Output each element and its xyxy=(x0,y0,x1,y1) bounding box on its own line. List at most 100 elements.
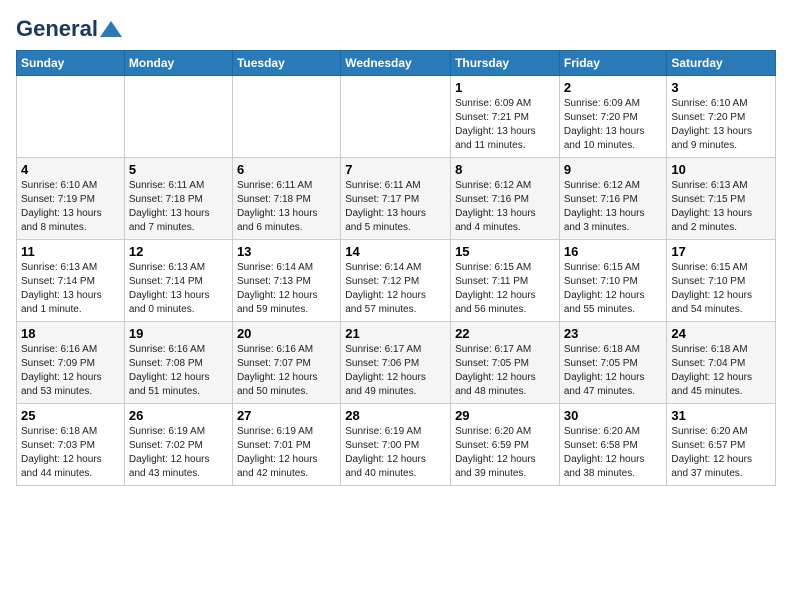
day-number: 9 xyxy=(564,162,663,177)
day-cell: 28 Sunrise: 6:19 AM Sunset: 7:00 PM Dayli… xyxy=(341,404,451,486)
col-header-friday: Friday xyxy=(559,51,667,76)
col-header-monday: Monday xyxy=(124,51,232,76)
day-number: 20 xyxy=(237,326,336,341)
day-number: 11 xyxy=(21,244,120,259)
day-number: 7 xyxy=(345,162,446,177)
day-number: 16 xyxy=(564,244,663,259)
week-row-5: 25 Sunrise: 6:18 AM Sunset: 7:03 PM Dayli… xyxy=(17,404,776,486)
day-cell xyxy=(232,76,340,158)
day-number: 1 xyxy=(455,80,555,95)
day-info: Sunrise: 6:16 AM Sunset: 7:08 PM Dayligh… xyxy=(129,343,228,399)
day-info: Sunrise: 6:11 AM Sunset: 7:17 PM Dayligh… xyxy=(345,179,446,235)
day-cell: 24Sunrise: 6:18 AM Sunset: 7:04 PM Dayli… xyxy=(667,322,776,404)
day-info: Sunrise: 6:10 AM Sunset: 7:20 PM Dayligh… xyxy=(671,97,771,153)
day-info: Sunrise: 6:14 AM Sunset: 7:13 PM Dayligh… xyxy=(237,261,336,317)
day-number: 29 xyxy=(455,408,555,423)
day-info: Sunrise: 6:15 AM Sunset: 7:11 PM Dayligh… xyxy=(455,261,555,317)
logo-icon xyxy=(100,21,122,37)
day-number: 17 xyxy=(671,244,771,259)
day-cell: 27Sunrise: 6:19 AM Sunset: 7:01 PM Dayli… xyxy=(232,404,340,486)
day-info: Sunrise: 6:17 AM Sunset: 7:05 PM Dayligh… xyxy=(455,343,555,399)
logo: General xyxy=(16,16,122,38)
day-info: Sunrise: 6:20 AM Sunset: 6:59 PM Dayligh… xyxy=(455,425,555,481)
day-info: Sunrise: 6:12 AM Sunset: 7:16 PM Dayligh… xyxy=(564,179,663,235)
day-number: 8 xyxy=(455,162,555,177)
col-header-wednesday: Wednesday xyxy=(341,51,451,76)
day-info: Sunrise: 6:16 AM Sunset: 7:09 PM Dayligh… xyxy=(21,343,120,399)
day-cell xyxy=(124,76,232,158)
day-info: Sunrise: 6:09 AM Sunset: 7:21 PM Dayligh… xyxy=(455,97,555,153)
day-info: Sunrise: 6:20 AM Sunset: 6:57 PM Dayligh… xyxy=(671,425,771,481)
day-number: 13 xyxy=(237,244,336,259)
week-row-4: 18 Sunrise: 6:16 AM Sunset: 7:09 PM Dayli… xyxy=(17,322,776,404)
col-header-saturday: Saturday xyxy=(667,51,776,76)
day-info: Sunrise: 6:12 AM Sunset: 7:16 PM Dayligh… xyxy=(455,179,555,235)
day-number: 31 xyxy=(671,408,771,423)
day-info: Sunrise: 6:10 AM Sunset: 7:19 PM Dayligh… xyxy=(21,179,120,235)
day-cell: 16Sunrise: 6:15 AM Sunset: 7:10 PM Dayli… xyxy=(559,240,667,322)
day-cell: 9 Sunrise: 6:12 AM Sunset: 7:16 PM Daylig… xyxy=(559,158,667,240)
day-cell: 31 Sunrise: 6:20 AM Sunset: 6:57 PM Dayli… xyxy=(667,404,776,486)
day-cell: 20 Sunrise: 6:16 AM Sunset: 7:07 PM Dayli… xyxy=(232,322,340,404)
day-cell: 26 Sunrise: 6:19 AM Sunset: 7:02 PM Dayli… xyxy=(124,404,232,486)
day-cell: 21 Sunrise: 6:17 AM Sunset: 7:06 PM Dayli… xyxy=(341,322,451,404)
day-cell: 17 Sunrise: 6:15 AM Sunset: 7:10 PM Dayli… xyxy=(667,240,776,322)
day-info: Sunrise: 6:09 AM Sunset: 7:20 PM Dayligh… xyxy=(564,97,663,153)
day-info: Sunrise: 6:20 AM Sunset: 6:58 PM Dayligh… xyxy=(564,425,663,481)
day-number: 18 xyxy=(21,326,120,341)
day-cell: 1 Sunrise: 6:09 AM Sunset: 7:21 PM Daylig… xyxy=(451,76,560,158)
day-cell: 4 Sunrise: 6:10 AM Sunset: 7:19 PM Daylig… xyxy=(17,158,125,240)
calendar-table: SundayMondayTuesdayWednesdayThursdayFrid… xyxy=(16,50,776,486)
week-row-2: 4 Sunrise: 6:10 AM Sunset: 7:19 PM Daylig… xyxy=(17,158,776,240)
day-cell: 10Sunrise: 6:13 AM Sunset: 7:15 PM Dayli… xyxy=(667,158,776,240)
day-number: 22 xyxy=(455,326,555,341)
day-cell: 18 Sunrise: 6:16 AM Sunset: 7:09 PM Dayli… xyxy=(17,322,125,404)
day-cell xyxy=(17,76,125,158)
week-row-1: 1 Sunrise: 6:09 AM Sunset: 7:21 PM Daylig… xyxy=(17,76,776,158)
day-number: 23 xyxy=(564,326,663,341)
day-number: 26 xyxy=(129,408,228,423)
day-number: 14 xyxy=(345,244,446,259)
day-info: Sunrise: 6:18 AM Sunset: 7:04 PM Dayligh… xyxy=(671,343,771,399)
day-cell: 14 Sunrise: 6:14 AM Sunset: 7:12 PM Dayli… xyxy=(341,240,451,322)
day-info: Sunrise: 6:19 AM Sunset: 7:00 PM Dayligh… xyxy=(345,425,446,481)
col-header-thursday: Thursday xyxy=(451,51,560,76)
day-cell: 8 Sunrise: 6:12 AM Sunset: 7:16 PM Daylig… xyxy=(451,158,560,240)
day-cell: 2Sunrise: 6:09 AM Sunset: 7:20 PM Daylig… xyxy=(559,76,667,158)
day-cell: 3 Sunrise: 6:10 AM Sunset: 7:20 PM Daylig… xyxy=(667,76,776,158)
page-header: General xyxy=(16,16,776,38)
day-info: Sunrise: 6:19 AM Sunset: 7:01 PM Dayligh… xyxy=(237,425,336,481)
day-info: Sunrise: 6:13 AM Sunset: 7:14 PM Dayligh… xyxy=(21,261,120,317)
day-info: Sunrise: 6:15 AM Sunset: 7:10 PM Dayligh… xyxy=(671,261,771,317)
day-number: 15 xyxy=(455,244,555,259)
day-info: Sunrise: 6:16 AM Sunset: 7:07 PM Dayligh… xyxy=(237,343,336,399)
day-info: Sunrise: 6:18 AM Sunset: 7:05 PM Dayligh… xyxy=(564,343,663,399)
day-number: 4 xyxy=(21,162,120,177)
col-header-sunday: Sunday xyxy=(17,51,125,76)
logo-general: General xyxy=(16,16,98,42)
day-number: 3 xyxy=(671,80,771,95)
day-cell: 29 Sunrise: 6:20 AM Sunset: 6:59 PM Dayli… xyxy=(451,404,560,486)
day-info: Sunrise: 6:17 AM Sunset: 7:06 PM Dayligh… xyxy=(345,343,446,399)
day-info: Sunrise: 6:14 AM Sunset: 7:12 PM Dayligh… xyxy=(345,261,446,317)
day-info: Sunrise: 6:13 AM Sunset: 7:15 PM Dayligh… xyxy=(671,179,771,235)
day-info: Sunrise: 6:13 AM Sunset: 7:14 PM Dayligh… xyxy=(129,261,228,317)
day-info: Sunrise: 6:18 AM Sunset: 7:03 PM Dayligh… xyxy=(21,425,120,481)
day-cell: 19 Sunrise: 6:16 AM Sunset: 7:08 PM Dayli… xyxy=(124,322,232,404)
col-header-tuesday: Tuesday xyxy=(232,51,340,76)
day-cell: 5Sunrise: 6:11 AM Sunset: 7:18 PM Daylig… xyxy=(124,158,232,240)
day-number: 28 xyxy=(345,408,446,423)
day-number: 25 xyxy=(21,408,120,423)
day-cell: 15 Sunrise: 6:15 AM Sunset: 7:11 PM Dayli… xyxy=(451,240,560,322)
day-info: Sunrise: 6:11 AM Sunset: 7:18 PM Dayligh… xyxy=(237,179,336,235)
day-info: Sunrise: 6:11 AM Sunset: 7:18 PM Dayligh… xyxy=(129,179,228,235)
day-number: 19 xyxy=(129,326,228,341)
day-number: 21 xyxy=(345,326,446,341)
day-cell: 12Sunrise: 6:13 AM Sunset: 7:14 PM Dayli… xyxy=(124,240,232,322)
header-row: SundayMondayTuesdayWednesdayThursdayFrid… xyxy=(17,51,776,76)
day-cell: 6Sunrise: 6:11 AM Sunset: 7:18 PM Daylig… xyxy=(232,158,340,240)
day-number: 30 xyxy=(564,408,663,423)
day-info: Sunrise: 6:19 AM Sunset: 7:02 PM Dayligh… xyxy=(129,425,228,481)
day-cell xyxy=(341,76,451,158)
day-cell: 25 Sunrise: 6:18 AM Sunset: 7:03 PM Dayli… xyxy=(17,404,125,486)
